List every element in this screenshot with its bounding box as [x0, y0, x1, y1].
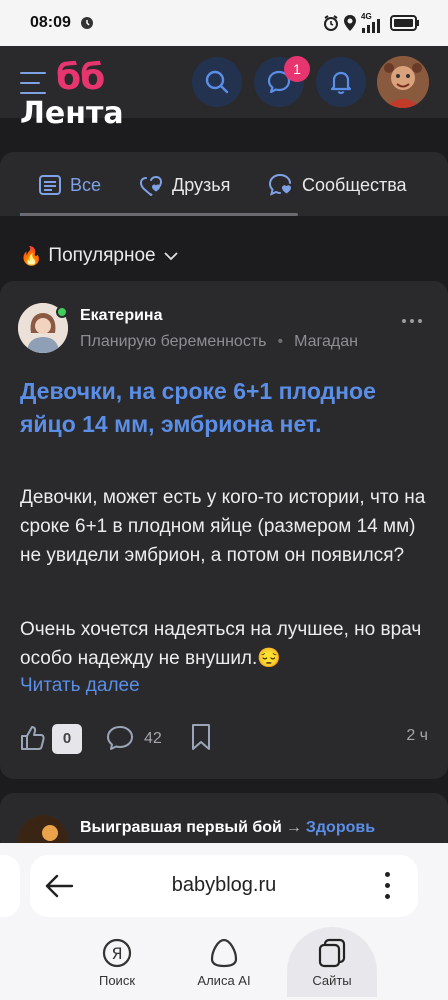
feed-tabs: Все Друзья Сообщества: [0, 152, 448, 216]
comment-count: 42: [144, 730, 162, 747]
next-post-author[interactable]: Выигравшая первый бой: [80, 819, 282, 836]
nav-search[interactable]: Я Поиск: [72, 927, 162, 997]
next-post-header: Выигравшая первый бой → Здоровь: [80, 819, 375, 837]
search-button[interactable]: [192, 57, 242, 107]
bookmark-icon[interactable]: [190, 723, 212, 751]
popular-filter-dropdown[interactable]: 🔥 Популярное: [20, 243, 178, 269]
previous-tab-edge[interactable]: [0, 855, 20, 917]
tab-friends-label: Друзья: [172, 174, 231, 195]
location-icon: [344, 15, 356, 31]
chevron-down-icon: [163, 252, 178, 261]
author-location: Магадан: [294, 333, 358, 350]
babyblog-logo[interactable]: бб: [56, 57, 105, 98]
bell-icon: [330, 71, 352, 94]
author-status: Планирую беременность: [80, 333, 267, 350]
nav-alice-label: Алиса AI: [197, 973, 251, 988]
read-more-link[interactable]: Читать далее: [20, 675, 140, 697]
nav-search-label: Поиск: [98, 973, 136, 988]
nav-alice[interactable]: Алиса AI: [179, 927, 269, 997]
nav-sites[interactable]: Сайты: [287, 927, 377, 997]
hamburger-menu-icon[interactable]: [20, 72, 46, 94]
svg-text:Я: Я: [111, 944, 122, 963]
comment-icon[interactable]: [106, 725, 134, 751]
post-more-icon[interactable]: [400, 315, 424, 325]
more-vertical-icon[interactable]: [384, 872, 390, 900]
post-body-paragraph-1: Девочки, может есть у кого-то истории, ч…: [20, 487, 426, 566]
fire-icon: 🔥: [20, 245, 43, 266]
post-title[interactable]: Девочки, на сроке 6+1 плодное яйцо 14 мм…: [20, 375, 430, 441]
url-text[interactable]: babyblog.ru: [30, 874, 418, 897]
tab-all[interactable]: Все: [38, 172, 101, 198]
tab-friends[interactable]: Друзья: [138, 172, 230, 198]
feed-title: Лента: [20, 96, 124, 131]
tab-all-label: Все: [70, 174, 102, 195]
post-card[interactable]: Екатерина Планирую беременность • Магадан …: [0, 281, 448, 779]
alarm-clock-icon: [324, 15, 338, 31]
notifications-button[interactable]: [316, 57, 366, 107]
nav-sites-label: Сайты: [312, 973, 352, 988]
messages-badge: 1: [284, 56, 310, 82]
like-thumbs-up-icon[interactable]: [20, 725, 46, 751]
tab-communities-label: Сообщества: [302, 174, 407, 195]
yandex-search-icon: Я: [102, 938, 132, 968]
author-name[interactable]: Екатерина: [80, 307, 162, 325]
author-meta: Планирую беременность • Магадан: [80, 333, 358, 350]
browser-bottom-bar: babyblog.ru Я Поиск Алиса AI Сайты: [0, 843, 448, 1000]
next-post-category[interactable]: Здоровь: [306, 819, 375, 836]
feed-list-icon: [39, 175, 61, 195]
friends-heart-icon: [139, 175, 163, 196]
tab-communities[interactable]: Сообщества: [268, 172, 407, 198]
post-time: 2 ч: [406, 727, 428, 744]
online-status-dot: [56, 306, 68, 318]
user-avatar[interactable]: [377, 56, 429, 108]
signal-icon: [362, 19, 380, 33]
status-bar: 08:09 4G: [0, 0, 448, 46]
search-icon: [205, 70, 229, 94]
post-body-paragraph-2: Очень хочется надеяться на лучшее, но вр…: [20, 619, 422, 669]
tabs-icon: [318, 938, 346, 968]
tabs-scrollbar: [20, 213, 298, 216]
status-time: 08:09: [30, 14, 71, 31]
address-bar[interactable]: babyblog.ru: [30, 855, 418, 917]
communities-heart-icon: [268, 174, 291, 196]
filter-label: Популярное: [48, 245, 156, 266]
next-post-arrow: →: [285, 819, 302, 836]
like-count: 0: [52, 724, 82, 754]
battery-icon: [390, 15, 419, 31]
alice-icon: [210, 938, 238, 968]
alarm-status-icon: [81, 17, 93, 29]
